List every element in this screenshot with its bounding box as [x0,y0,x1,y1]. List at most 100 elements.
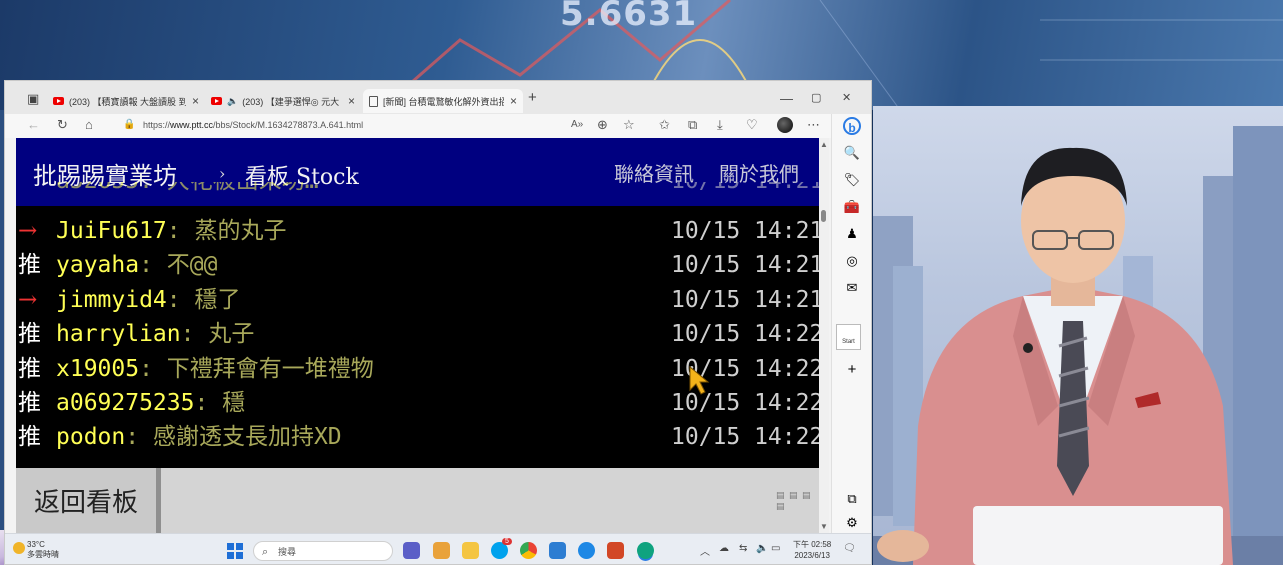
url-field[interactable]: https://www.ptt.cc/bbs/Stock/M.163427887… [143,120,363,130]
push-user: jimmyid4 [56,286,167,313]
url-path: /bbs/Stock/M.1634278873.A.641.html [213,120,364,130]
breadcrumb-separator: › [219,164,226,183]
speaker-icon[interactable]: 🔈 [227,96,238,107]
tab-close-icon[interactable]: × [510,94,517,108]
taskbar-clock[interactable]: 下午 02:58 2023/6/13 [793,539,831,561]
tab-ptt-article[interactable]: [新聞] 台積電鶩敏化解外資出招 × [363,89,523,113]
push-line: harrylian: 丸子 [56,317,254,351]
outlook-icon[interactable]: ✉ [843,279,861,297]
profile-avatar[interactable] [777,117,793,133]
youtube-icon [211,97,222,105]
notifications-icon[interactable]: 🗨 [843,543,856,554]
lock-icon[interactable]: 🔒 [123,119,135,130]
zoom-icon[interactable]: ⊕ [597,117,608,133]
tab-close-icon[interactable]: × [192,94,199,108]
chrome-icon[interactable] [520,542,537,559]
games-icon[interactable]: ♟ [843,225,861,243]
file-explorer-icon[interactable] [462,542,479,559]
weather-widget[interactable]: 33°C 多雲時晴 [13,540,59,560]
powerpoint-icon[interactable] [607,542,624,559]
push-colon: : [180,321,209,348]
push-user: harrylian [56,321,181,348]
collections-icon[interactable]: ⧉ [688,117,697,133]
youtube-icon [53,97,64,105]
teams-icon[interactable] [403,542,420,559]
close-window-button[interactable]: ✕ [842,91,851,104]
refresh-icon[interactable]: ↻ [57,117,68,133]
back-to-board-button[interactable]: 返回看板 [16,468,161,533]
push-line: yayaha: 不@@ [56,248,218,282]
push-row: → JuiFu617: 蒸的丸子 10/15 14:21 [16,214,819,248]
maximize-button[interactable]: ▢ [811,91,821,104]
favorite-star-icon[interactable]: ☆ [623,117,635,133]
favorites-icon[interactable]: ✩ [659,117,670,133]
add-sidebar-app-icon[interactable]: + [843,361,861,379]
edge-icon[interactable] [637,542,654,559]
tab-title: (203) 【積寶讀報 大盤讀股 到府 [69,96,186,107]
push-line: JuiFu617: 蒸的丸子 [56,214,286,248]
scroll-up-arrow-icon[interactable]: ▲ [820,140,828,149]
clock-date: 2023/6/13 [794,551,830,560]
settings-gear-icon[interactable]: ⚙ [843,514,861,532]
scroll-down-arrow-icon[interactable]: ▼ [820,522,828,531]
back-arrow-icon[interactable]: ← [27,117,40,132]
tray-chevron-icon[interactable]: ︿ [700,543,710,558]
more-menu-icon[interactable]: ⋯ [807,117,820,133]
push-time: 10/15 14:21 [671,252,819,279]
bing-copilot-icon[interactable]: b [843,117,861,135]
weather-desc: 多雲時晴 [27,550,59,559]
page-nav-buttons[interactable]: ▤ ▤ ▤ ▤ [776,490,819,512]
photos-icon[interactable] [549,542,566,559]
battery-icon[interactable]: ▭ [771,543,780,554]
push-content: 穩了 [194,286,241,313]
push-row: 推 podon: 感謝透支長加持XD 10/15 14:22 [16,420,819,454]
start-app-thumbnail[interactable]: Start [836,324,861,350]
new-tab-button[interactable]: + [528,89,537,106]
home-icon[interactable]: ⌂ [85,117,93,132]
push-tag: 推 [18,321,41,348]
push-time: 10/15 14:21 [671,286,819,313]
push-content: 丸子 [208,321,255,348]
push-user: a069275235 [56,389,195,416]
url-scheme: https:// [143,120,171,130]
start-label: Start [842,339,855,345]
tab-close-icon[interactable]: × [348,94,355,108]
tab-actions-icon[interactable]: ▣ [27,91,39,107]
push-colon: : [166,218,195,244]
tab-youtube-1[interactable]: (203) 【積寶讀報 大盤讀股 到府 × [47,89,205,113]
push-line: podon: 感謝透支長加持XD [56,420,342,454]
push-row: 推 harrylian: 丸子 10/15 14:22 [16,317,819,351]
ie-icon[interactable] [578,542,595,559]
app-icon[interactable] [433,542,450,559]
extensions-icon[interactable]: ♡ [746,117,758,133]
tools-icon[interactable]: 🧰 [843,198,861,216]
minimize-button[interactable]: — [780,91,793,106]
push-tag: 推 [18,389,41,416]
push-content: 下禮拜會有一堆禮物 [166,355,374,382]
push-colon: : [139,252,167,279]
taskbar-search-input[interactable]: ⌕ 搜尋 [253,541,393,561]
windows-taskbar: 33°C 多雲時晴 ⌕ 搜尋 5 ︿ ☁ ⇆ 🔈 ▭ 下午 02:58 2023… [5,533,871,564]
scroll-thumb[interactable] [821,210,826,222]
push-row: 推 yayaha: 不@@ 10/15 14:21 [16,248,819,282]
push-line: x19005: 下禮拜會有一堆禮物 [56,352,374,386]
push-line: jimmyid4: 穩了 [56,283,240,317]
push-tag: → [18,286,38,313]
download-icon[interactable]: ⤓ [717,117,723,133]
vertical-scrollbar[interactable]: ▲ ▼ [819,138,829,533]
onedrive-icon[interactable]: ☁ [719,543,729,554]
push-tag: 推 [18,424,41,451]
weather-sun-icon [13,542,25,554]
address-bar: ← ↻ ⌂ 🔒 https://www.ptt.cc/bbs/Stock/M.1… [5,114,871,138]
volume-icon[interactable]: 🔈 [756,543,768,554]
windows-start-icon[interactable] [227,543,243,559]
read-aloud-icon[interactable]: A» [571,119,583,130]
office-icon[interactable]: ◎ [843,252,861,270]
shopping-tag-icon[interactable]: 🏷 [843,171,861,189]
search-icon[interactable]: 🔍 [843,144,861,162]
screenshot-icon[interactable]: ⧉ [843,490,861,508]
tab-youtube-2[interactable]: 🔈 (203) 【建爭選悍◎ 元大・… × [205,89,361,113]
network-icon[interactable]: ⇆ [739,543,747,554]
push-colon: : [125,424,153,451]
skype-badge: 5 [502,538,512,545]
